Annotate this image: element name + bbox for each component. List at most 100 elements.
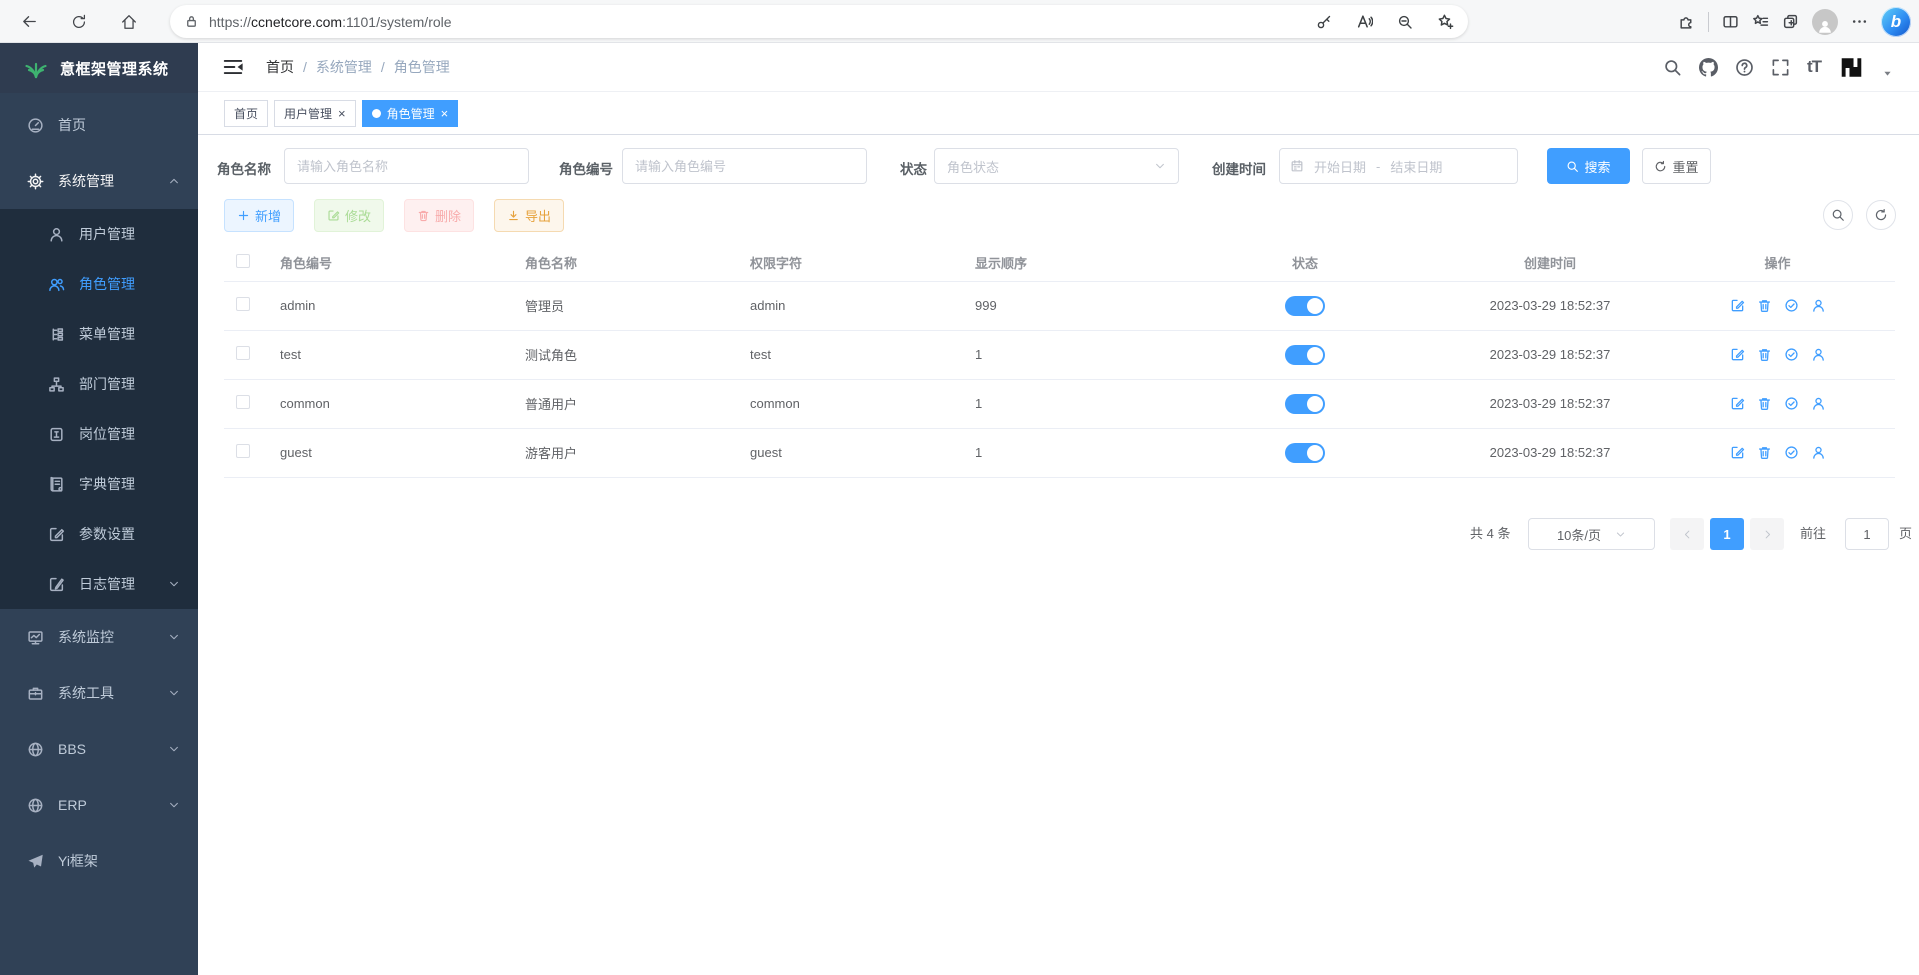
url-text[interactable]: https://ccnetcore.com:1101/system/role bbox=[209, 14, 452, 30]
row-checkbox[interactable] bbox=[236, 297, 250, 311]
refresh-table-button[interactable] bbox=[1866, 200, 1896, 230]
end-date-placeholder[interactable]: 结束日期 bbox=[1390, 157, 1442, 176]
delete-icon[interactable] bbox=[1757, 445, 1772, 460]
status-toggle[interactable] bbox=[1285, 345, 1325, 365]
delete-icon[interactable] bbox=[1757, 347, 1772, 362]
tab-home[interactable]: 首页 bbox=[224, 100, 268, 127]
font-size-icon[interactable]: tT bbox=[1807, 57, 1821, 77]
prev-page-button[interactable] bbox=[1670, 518, 1704, 550]
sidebar-item-system-tools[interactable]: 系统工具 bbox=[0, 665, 198, 721]
caret-down-icon[interactable] bbox=[1882, 68, 1893, 79]
page-1-button[interactable]: 1 bbox=[1710, 518, 1744, 550]
cell-role-code: guest bbox=[265, 428, 510, 477]
browser-refresh-button[interactable] bbox=[64, 7, 94, 37]
collections-icon[interactable] bbox=[1782, 13, 1799, 30]
delete-button[interactable]: 删除 bbox=[404, 199, 474, 232]
system-mgmt-submenu: 用户管理 角色管理 菜单管理 部门管理 岗位管理 字典管理 bbox=[0, 209, 198, 609]
sidebar-item-role-mgmt[interactable]: 角色管理 bbox=[0, 259, 198, 309]
active-tab-dot bbox=[372, 109, 381, 118]
sidebar-item-system-mgmt[interactable]: 系统管理 bbox=[0, 153, 198, 209]
sidebar-item-bbs[interactable]: BBS bbox=[0, 721, 198, 777]
user-avatar-logo[interactable] bbox=[1838, 54, 1865, 81]
header-search-icon[interactable] bbox=[1663, 58, 1682, 77]
row-checkbox[interactable] bbox=[236, 395, 250, 409]
browser-profile-avatar[interactable] bbox=[1812, 9, 1838, 35]
assign-user-icon[interactable] bbox=[1811, 445, 1826, 460]
app-logo[interactable]: 意框架管理系统 bbox=[0, 43, 198, 93]
edit-icon[interactable] bbox=[1730, 396, 1745, 411]
app-title: 意框架管理系统 bbox=[60, 58, 169, 79]
sidebar-item-post-mgmt[interactable]: 岗位管理 bbox=[0, 409, 198, 459]
sidebar-item-system-monitor[interactable]: 系统监控 bbox=[0, 609, 198, 665]
bing-chat-icon[interactable]: b bbox=[1881, 7, 1911, 37]
sidebar-item-erp[interactable]: ERP bbox=[0, 777, 198, 833]
tab-user-mgmt[interactable]: 用户管理 × bbox=[274, 100, 356, 127]
favorite-add-icon[interactable] bbox=[1437, 13, 1454, 30]
search-button-label: 搜索 bbox=[1584, 157, 1610, 176]
goto-page-input[interactable] bbox=[1845, 518, 1889, 550]
edit-icon[interactable] bbox=[1730, 347, 1745, 362]
close-icon[interactable]: × bbox=[338, 107, 346, 120]
fullscreen-icon[interactable] bbox=[1771, 58, 1790, 77]
assign-user-icon[interactable] bbox=[1811, 347, 1826, 362]
breadcrumb-system-mgmt[interactable]: 系统管理 bbox=[316, 57, 372, 77]
toggle-search-button[interactable] bbox=[1823, 200, 1853, 230]
download-icon bbox=[507, 209, 520, 222]
status-toggle[interactable] bbox=[1285, 394, 1325, 414]
browser-home-button[interactable] bbox=[114, 7, 144, 37]
breadcrumb-home[interactable]: 首页 bbox=[266, 57, 294, 77]
row-checkbox[interactable] bbox=[236, 444, 250, 458]
sidebar-item-dict-mgmt[interactable]: 字典管理 bbox=[0, 459, 198, 509]
sidebar-item-log-mgmt[interactable]: 日志管理 bbox=[0, 559, 198, 609]
sidebar-item-menu-mgmt[interactable]: 菜单管理 bbox=[0, 309, 198, 359]
page-size-select[interactable]: 10条/页 bbox=[1528, 518, 1655, 550]
sidebar-item-label: 部门管理 bbox=[79, 374, 135, 394]
row-checkbox[interactable] bbox=[236, 346, 250, 360]
zoom-out-icon[interactable] bbox=[1397, 14, 1413, 30]
browser-back-button[interactable] bbox=[14, 7, 44, 37]
start-date-placeholder[interactable]: 开始日期 bbox=[1314, 157, 1366, 176]
data-permission-icon[interactable] bbox=[1784, 298, 1799, 313]
date-range-picker[interactable]: 开始日期 - 结束日期 bbox=[1279, 148, 1518, 184]
lock-icon[interactable] bbox=[184, 14, 199, 29]
tab-role-mgmt[interactable]: 角色管理 × bbox=[362, 100, 459, 127]
delete-icon[interactable] bbox=[1757, 298, 1772, 313]
assign-user-icon[interactable] bbox=[1811, 396, 1826, 411]
edit-icon[interactable] bbox=[1730, 298, 1745, 313]
status-toggle[interactable] bbox=[1285, 296, 1325, 316]
favorites-icon[interactable] bbox=[1752, 13, 1769, 30]
data-permission-icon[interactable] bbox=[1784, 347, 1799, 362]
reset-button[interactable]: 重置 bbox=[1642, 148, 1711, 184]
add-button[interactable]: 新增 bbox=[224, 199, 294, 232]
data-permission-icon[interactable] bbox=[1784, 396, 1799, 411]
edit-icon[interactable] bbox=[1730, 445, 1745, 460]
search-button[interactable]: 搜索 bbox=[1547, 148, 1630, 184]
sidebar-item-yi-framework[interactable]: Yi框架 bbox=[0, 833, 198, 889]
browser-menu-icon[interactable] bbox=[1851, 13, 1868, 30]
assign-user-icon[interactable] bbox=[1811, 298, 1826, 313]
sidebar-item-dept-mgmt[interactable]: 部门管理 bbox=[0, 359, 198, 409]
role-name-input[interactable] bbox=[284, 148, 529, 184]
password-key-icon[interactable] bbox=[1316, 14, 1332, 30]
help-icon[interactable] bbox=[1735, 58, 1754, 77]
data-permission-icon[interactable] bbox=[1784, 445, 1799, 460]
sidebar-item-param-settings[interactable]: 参数设置 bbox=[0, 509, 198, 559]
export-button[interactable]: 导出 bbox=[494, 199, 564, 232]
next-page-button[interactable] bbox=[1750, 518, 1784, 550]
delete-icon[interactable] bbox=[1757, 396, 1772, 411]
sidebar-collapse-icon[interactable] bbox=[222, 56, 244, 78]
select-all-checkbox[interactable] bbox=[236, 254, 250, 268]
status-select[interactable]: 角色状态 bbox=[934, 148, 1179, 184]
close-icon[interactable]: × bbox=[441, 107, 449, 120]
split-screen-icon[interactable] bbox=[1722, 13, 1739, 30]
address-bar[interactable]: https://ccnetcore.com:1101/system/role bbox=[170, 5, 1468, 38]
cell-created: 2023-03-29 18:52:37 bbox=[1440, 379, 1660, 428]
status-toggle[interactable] bbox=[1285, 443, 1325, 463]
edit-button[interactable]: 修改 bbox=[314, 199, 384, 232]
extensions-icon[interactable] bbox=[1678, 13, 1695, 30]
read-aloud-icon[interactable] bbox=[1356, 13, 1373, 30]
sidebar-item-user-mgmt[interactable]: 用户管理 bbox=[0, 209, 198, 259]
sidebar-item-home[interactable]: 首页 bbox=[0, 97, 198, 153]
role-code-input[interactable] bbox=[622, 148, 867, 184]
github-icon[interactable] bbox=[1699, 58, 1718, 77]
